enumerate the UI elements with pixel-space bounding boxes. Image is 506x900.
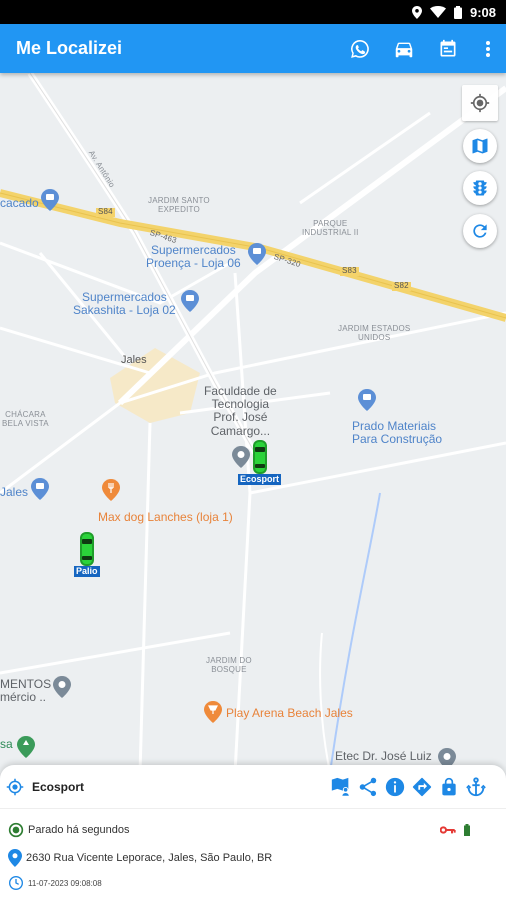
timestamp-row: 11-07-2023 09:08:08 [8, 875, 102, 891]
poi-faculdade[interactable]: Faculdade de Tecnologia Prof. José Camar… [204, 384, 277, 438]
address-text: 2630 Rua Vicente Leporace, Jales, São Pa… [26, 852, 273, 864]
car-icon [395, 42, 413, 57]
poi-play-arena[interactable]: Play Arena Beach Jales [226, 706, 353, 720]
map-layers-icon [472, 138, 488, 154]
shopping-pin-icon[interactable] [31, 478, 49, 505]
poi-mentos[interactable]: MENTOS mércio .. [0, 677, 51, 704]
directions-button[interactable] [410, 775, 434, 799]
poi-etec[interactable]: Etec Dr. José Luiz [335, 749, 432, 763]
car-top-icon [79, 532, 94, 566]
share-button[interactable] [356, 775, 380, 799]
map-type-button[interactable] [463, 129, 497, 163]
whatsapp-button[interactable] [338, 27, 382, 71]
vehicle-tag-palio: Palio [74, 566, 100, 577]
traffic-button[interactable] [463, 171, 497, 205]
vehicles-button[interactable] [382, 27, 426, 71]
road-label-s84: S84 [96, 207, 115, 217]
area-label-parque-industrial: PARQUE INDUSTRIAL II [302, 219, 359, 237]
city-label-jales: Jales [121, 354, 147, 366]
street-view-button[interactable] [329, 775, 353, 799]
app-title: Me Localizei [16, 38, 123, 58]
history-button[interactable] [426, 27, 470, 71]
lock-icon [442, 777, 456, 795]
poi-left-sa[interactable]: sa [0, 737, 13, 751]
check-circle-icon [8, 822, 24, 838]
anchor-icon [466, 776, 486, 796]
status-time: 9:08 [469, 4, 496, 20]
car-top-icon [252, 440, 267, 474]
refresh-button[interactable] [463, 214, 497, 248]
location-pin-icon [8, 849, 22, 867]
restaurant-pin-icon[interactable] [102, 479, 120, 506]
wifi-icon [429, 6, 446, 18]
sport-pin-icon[interactable] [204, 701, 222, 728]
map-person-icon [331, 777, 350, 797]
area-label-santo-expedito: JARDIM SANTO EXPEDITO [148, 196, 210, 214]
my-location-button[interactable] [462, 85, 498, 121]
area-label-bela-vista: CHÁCARA BELA VISTA [2, 410, 49, 428]
vehicle-marker-ecosport[interactable]: Ecosport [238, 439, 282, 485]
poi-cacado[interactable]: cacado [0, 196, 39, 210]
store-pin-icon[interactable] [358, 389, 376, 416]
address-row: 2630 Rua Vicente Leporace, Jales, São Pa… [8, 849, 272, 867]
poi-maxdog[interactable]: Max dog Lanches (loja 1) [98, 510, 233, 524]
location-status-icon [411, 5, 422, 19]
info-icon [385, 777, 405, 796]
anchor-button[interactable] [464, 775, 488, 799]
lock-button[interactable] [437, 775, 461, 799]
overflow-menu-button[interactable] [470, 27, 506, 71]
road-label-s82: S82 [392, 281, 411, 291]
app-bar: Me Localizei [0, 24, 506, 73]
refresh-icon [473, 224, 487, 238]
vehicle-name: Ecosport [32, 779, 85, 794]
vehicle-marker-palio[interactable]: Palio [74, 531, 100, 577]
shopping-pin-icon[interactable] [41, 189, 59, 216]
whatsapp-icon [351, 39, 369, 58]
my-location-icon [470, 93, 490, 113]
area-label-jardim-do-bosque: JARDIM DO BOSQUE [206, 656, 252, 674]
key-icon [440, 826, 456, 834]
poi-sakashita[interactable]: Supermercados Sakashita - Loja 02 [73, 290, 176, 317]
vehicle-tag-ecosport: Ecosport [238, 474, 282, 485]
more-vert-icon [486, 40, 490, 57]
info-button[interactable] [383, 775, 407, 799]
shopping-pin-icon[interactable] [248, 243, 266, 270]
poi-prado[interactable]: Prado Materiais Para Construção [352, 419, 442, 446]
map-view[interactable]: JARDIM SANTO EXPEDITO PARQUE INDUSTRIAL … [0, 73, 506, 773]
road-label-s83: S83 [340, 266, 359, 276]
shopping-pin-icon[interactable] [181, 290, 199, 317]
directions-icon [412, 777, 432, 796]
status-bar: 9:08 [0, 0, 506, 24]
poi-proenca[interactable]: Supermercados Proença - Loja 06 [146, 243, 241, 270]
share-icon [359, 777, 377, 796]
gps-target-icon[interactable] [6, 778, 24, 796]
park-pin-icon[interactable] [17, 736, 35, 763]
area-label-estados-unidos: JARDIM ESTADOS UNIDOS [338, 324, 411, 342]
status-row: Parado há segundos [8, 822, 498, 838]
clock-icon [9, 876, 23, 890]
vehicle-info-panel: Ecosport Parado há segundos 2630 Rua Vic… [0, 765, 506, 900]
place-pin-icon[interactable] [53, 676, 71, 703]
vehicle-info-header: Ecosport [0, 765, 506, 809]
battery-icon [453, 5, 462, 19]
vehicle-tools [329, 775, 488, 799]
status-text: Parado há segundos [28, 824, 130, 836]
traffic-icon [473, 180, 487, 196]
battery-level-icon [464, 824, 470, 836]
calendar-icon [440, 39, 456, 56]
timestamp-text: 11-07-2023 09:08:08 [28, 878, 102, 888]
app-screen: 9:08 Me Localizei JARDIM SANTO EXPEDITO … [0, 0, 506, 900]
poi-jales-left[interactable]: Jales [0, 485, 28, 499]
